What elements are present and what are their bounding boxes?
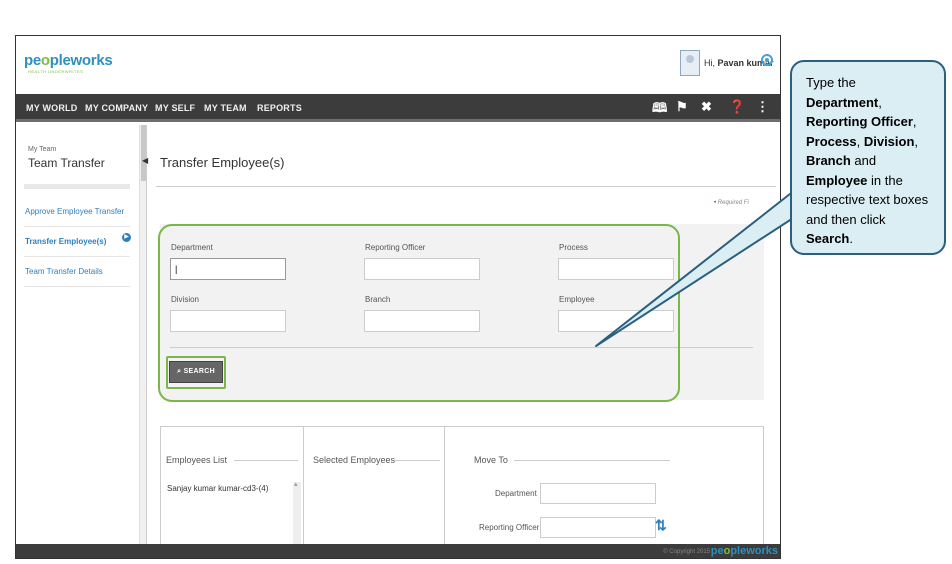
list-item[interactable]: Sanjay kumar kumar-cd3-(4): [167, 484, 268, 493]
sidebar-breadcrumb: My Team: [28, 146, 57, 153]
sidebar-divider: [24, 256, 130, 257]
settings-icon[interactable]: [761, 54, 773, 66]
share-icon[interactable]: ⋮: [756, 99, 769, 115]
sidebar-item-team-transfer-details[interactable]: Team Transfer Details: [25, 267, 103, 276]
sidebar-divider: [24, 286, 130, 287]
nav-my-team[interactable]: MY TEAM: [204, 103, 247, 113]
selected-employees-title: Selected Employees: [313, 455, 396, 465]
footer: © Copyright 2015 peopleworks: [16, 544, 780, 558]
move-reporting-officer-label: Reporting Officer: [479, 523, 540, 532]
panel-divider: [444, 426, 445, 556]
move-department-label: Department: [495, 489, 537, 498]
sidebar-divider: [24, 184, 130, 189]
nav-my-self[interactable]: MY SELF: [155, 103, 195, 113]
move-reporting-officer-input[interactable]: [540, 517, 656, 538]
sidebar: My Team Team Transfer Approve Employee T…: [16, 125, 140, 545]
sidebar-item-approve-employee-transfer[interactable]: Approve Employee Transfer: [25, 207, 124, 216]
book-icon[interactable]: 🕮: [652, 99, 667, 121]
title-rule: [514, 460, 670, 461]
required-fields-note: • Required Fi: [714, 200, 749, 206]
employees-list-scrollbar[interactable]: [293, 480, 301, 550]
refresh-icon[interactable]: ⇅: [655, 517, 667, 534]
collapse-arrow-icon[interactable]: ◀: [142, 156, 148, 165]
app-window: peopleworks HEALTH UNDERWRITES Hi, Pavan…: [15, 35, 781, 559]
nav-reports[interactable]: REPORTS: [257, 103, 302, 113]
move-department-input[interactable]: [540, 483, 656, 504]
sidebar-item-transfer-employees[interactable]: Transfer Employee(s): [25, 237, 106, 246]
help-icon[interactable]: ❓: [729, 99, 745, 115]
copyright-text: © Copyright 2015: [663, 549, 710, 555]
peopleworks-logo[interactable]: peopleworks: [24, 52, 113, 69]
title-rule: [234, 460, 298, 461]
move-to-title: Move To: [474, 455, 508, 465]
sidebar-divider: [24, 226, 130, 227]
highlight-box-form: [158, 224, 680, 402]
sidebar-scroll-thumb[interactable]: [141, 125, 146, 181]
panel-divider: [303, 426, 304, 556]
employees-list-title: Employees List: [166, 455, 228, 465]
nav-my-world[interactable]: MY WORLD: [26, 103, 77, 113]
arrow-right-icon: ▶: [122, 233, 131, 242]
instruction-callout: Type the Department, Reporting Officer, …: [790, 60, 946, 255]
flag-icon[interactable]: ⚑: [676, 99, 688, 115]
main-nav: MY WORLD MY COMPANY MY SELF MY TEAM REPO…: [16, 94, 780, 122]
logo-tagline: HEALTH UNDERWRITES: [28, 69, 84, 74]
footer-logo: peopleworks: [710, 545, 778, 557]
sidebar-title: Team Transfer: [28, 156, 105, 170]
tools-icon[interactable]: ✖: [701, 99, 712, 115]
sidebar-collapse-bar[interactable]: [140, 125, 147, 545]
page-title: Transfer Employee(s): [160, 155, 285, 170]
title-divider: [156, 186, 776, 187]
highlight-box-search: [166, 356, 226, 389]
nav-my-company[interactable]: MY COMPANY: [85, 103, 148, 113]
avatar[interactable]: [680, 50, 700, 76]
title-rule: [394, 460, 440, 461]
